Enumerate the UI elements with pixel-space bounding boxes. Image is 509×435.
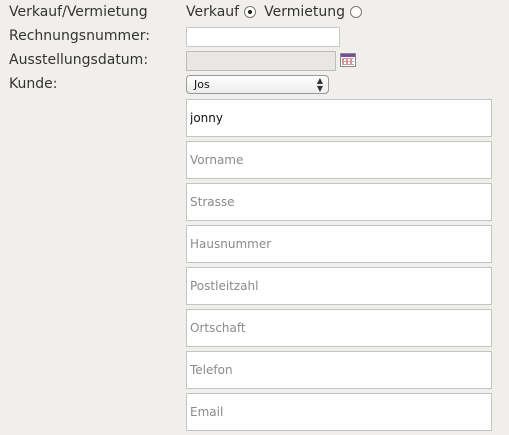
type-row: Verkauf/Vermietung Verkauf Vermietung bbox=[0, 2, 509, 26]
postal-code-input[interactable] bbox=[186, 267, 492, 305]
invoice-number-row: Rechnungsnummer: bbox=[0, 26, 509, 50]
arrow-down-icon: ▼ bbox=[316, 83, 323, 93]
customer-name-input[interactable] bbox=[186, 99, 492, 137]
customer-label: Kunde: bbox=[9, 76, 58, 92]
radio-verkauf-label[interactable]: Verkauf bbox=[186, 2, 239, 22]
issue-date-input[interactable] bbox=[186, 51, 336, 71]
select-arrows-icon: ▲ ▼ bbox=[317, 76, 323, 93]
customer-select[interactable]: Jos ▲ ▼ bbox=[186, 75, 329, 94]
issue-date-row: Ausstellungsdatum: bbox=[0, 50, 509, 74]
type-label: Verkauf/Vermietung bbox=[9, 4, 148, 20]
radio-vermietung[interactable] bbox=[350, 6, 362, 18]
radio-verkauf[interactable] bbox=[244, 6, 257, 18]
calendar-icon-header bbox=[341, 54, 355, 57]
first-name-input[interactable] bbox=[186, 141, 492, 179]
city-input[interactable] bbox=[186, 309, 492, 347]
issue-date-label: Ausstellungsdatum: bbox=[9, 52, 149, 68]
house-number-input[interactable] bbox=[186, 225, 492, 263]
street-input[interactable] bbox=[186, 183, 492, 221]
radio-vermietung-label[interactable]: Vermietung bbox=[264, 2, 345, 22]
customer-row: Kunde: Jos ▲ ▼ bbox=[0, 74, 509, 98]
calendar-icon[interactable] bbox=[340, 53, 356, 67]
email-input[interactable] bbox=[186, 393, 492, 431]
calendar-icon-grid bbox=[342, 58, 354, 65]
invoice-number-label: Rechnungsnummer: bbox=[9, 28, 150, 44]
phone-input[interactable] bbox=[186, 351, 492, 389]
customer-select-value: Jos bbox=[194, 78, 210, 91]
invoice-number-input[interactable] bbox=[186, 27, 340, 47]
type-radio-group: Verkauf Vermietung bbox=[186, 2, 370, 22]
